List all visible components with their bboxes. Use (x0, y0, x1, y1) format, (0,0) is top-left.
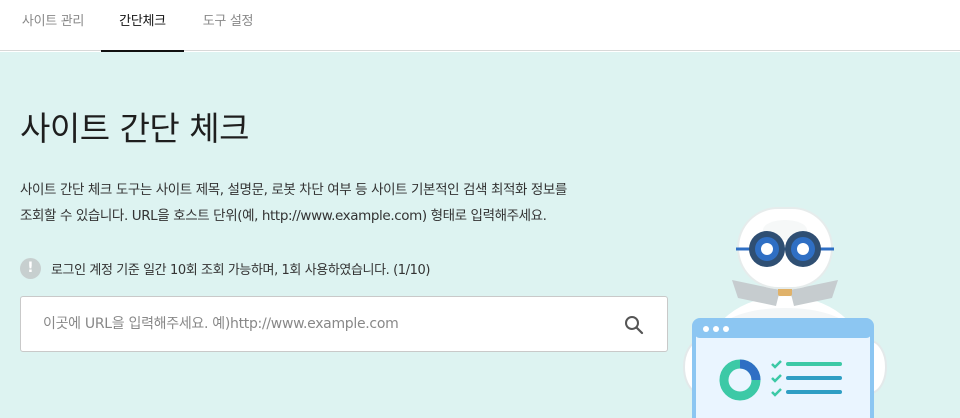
tab-site-management[interactable]: 사이트 관리 (18, 0, 88, 51)
url-search-box (20, 296, 668, 352)
tab-simple-check[interactable]: 간단체크 (101, 0, 184, 52)
url-input[interactable] (43, 297, 603, 351)
page-description: 사이트 간단 체크 도구는 사이트 제목, 설명문, 로봇 차단 여부 등 사이… (20, 177, 680, 229)
usage-notice-text: 로그인 계정 기준 일간 10회 조회 가능하며, 1회 사용하였습니다. (1… (51, 262, 431, 278)
robot-illustration (683, 207, 887, 418)
hero-section: 사이트 간단 체크 사이트 간단 체크 도구는 사이트 제목, 설명문, 로봇 … (0, 52, 960, 418)
exclamation-icon: ! (20, 257, 41, 279)
tab-tool-settings[interactable]: 도구 설정 (199, 0, 257, 51)
description-line: 사이트 간단 체크 도구는 사이트 제목, 설명문, 로봇 차단 여부 등 사이… (20, 182, 567, 198)
description-line: 조회할 수 있습니다. URL을 호스트 단위(예, http://www.ex… (20, 208, 547, 224)
page-title: 사이트 간단 체크 (20, 109, 250, 148)
tab-bar: 사이트 관리 간단체크 도구 설정 (0, 0, 960, 52)
search-icon (625, 316, 644, 335)
search-button[interactable] (623, 314, 645, 336)
usage-notice: ! 로그인 계정 기준 일간 10회 조회 가능하며, 1회 사용하였습니다. … (20, 257, 430, 279)
